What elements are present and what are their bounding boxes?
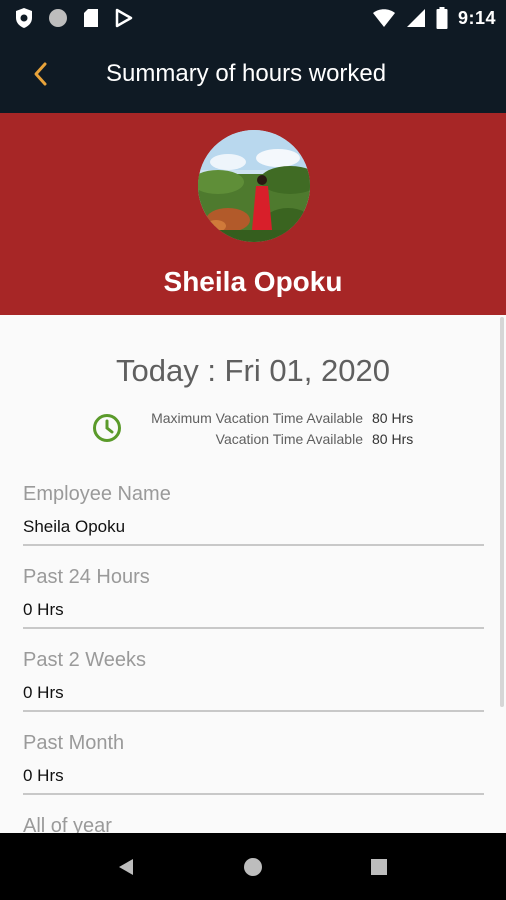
field-value[interactable]: 0 Hrs: [23, 765, 484, 787]
past-month-field[interactable]: Past Month 0 Hrs: [23, 730, 484, 795]
field-value[interactable]: 0 Hrs: [23, 599, 484, 621]
signal-icon: [406, 9, 425, 27]
summary-content[interactable]: Today : Fri 01, 2020 Maximum Vacation Ti…: [0, 315, 506, 833]
navigation-bar: [0, 833, 506, 900]
nav-recents-button[interactable]: [367, 855, 391, 879]
nav-home-button[interactable]: [241, 855, 265, 879]
field-label: Past 2 Weeks: [23, 649, 147, 671]
chevron-left-icon: [34, 62, 47, 86]
recents-square-icon: [371, 859, 387, 875]
play-store-icon: [115, 8, 133, 28]
nav-back-button[interactable]: [114, 855, 138, 879]
avatar: [198, 130, 310, 242]
circle-icon: [49, 9, 67, 27]
max-vacation-label: Maximum Vacation Time Available: [151, 410, 363, 426]
past-24-hours-field[interactable]: Past 24 Hours 0 Hrs: [23, 564, 484, 629]
page-title: Summary of hours worked: [106, 60, 387, 87]
max-vacation-row: Maximum Vacation Time Available 80 Hrs: [0, 410, 506, 430]
field-value[interactable]: 0 Hrs: [23, 682, 484, 704]
field-value[interactable]: Sheila Opoku: [23, 516, 484, 538]
vacation-label: Vacation Time Available: [215, 431, 363, 447]
sd-card-icon: [84, 9, 98, 27]
field-underline: [23, 793, 484, 795]
employee-name-field[interactable]: Employee Name Sheila Opoku: [23, 481, 484, 546]
app-bar: Summary of hours worked: [0, 36, 506, 113]
vacation-value: 80 Hrs: [372, 431, 414, 447]
vacation-row: Vacation Time Available 80 Hrs: [0, 431, 506, 451]
field-label: Past 24 Hours: [23, 566, 150, 588]
profile-header: Sheila Opoku: [0, 113, 506, 315]
past-2-weeks-field[interactable]: Past 2 Weeks 0 Hrs: [23, 647, 484, 712]
field-label: Employee Name: [23, 483, 171, 505]
today-date: Today : Fri 01, 2020: [116, 353, 390, 388]
all-of-year-field[interactable]: All of year: [23, 813, 484, 833]
field-underline: [23, 544, 484, 546]
status-bar: 9:14: [0, 0, 506, 36]
avatar-photo: [198, 130, 310, 242]
back-button[interactable]: [24, 58, 56, 90]
field-underline: [23, 710, 484, 712]
field-label: All of year: [23, 815, 112, 833]
wifi-icon: [372, 9, 395, 27]
field-label: Past Month: [23, 732, 125, 754]
battery-icon: [436, 7, 448, 29]
profile-name: Sheila Opoku: [163, 266, 343, 297]
max-vacation-value: 80 Hrs: [372, 410, 414, 426]
status-time: 9:14: [457, 7, 496, 28]
status-notifications: [14, 7, 134, 29]
field-underline: [23, 627, 484, 629]
status-system: 9:14: [372, 7, 496, 29]
shield-icon: [16, 8, 32, 28]
back-triangle-icon: [119, 859, 133, 875]
home-circle-icon: [244, 858, 262, 876]
